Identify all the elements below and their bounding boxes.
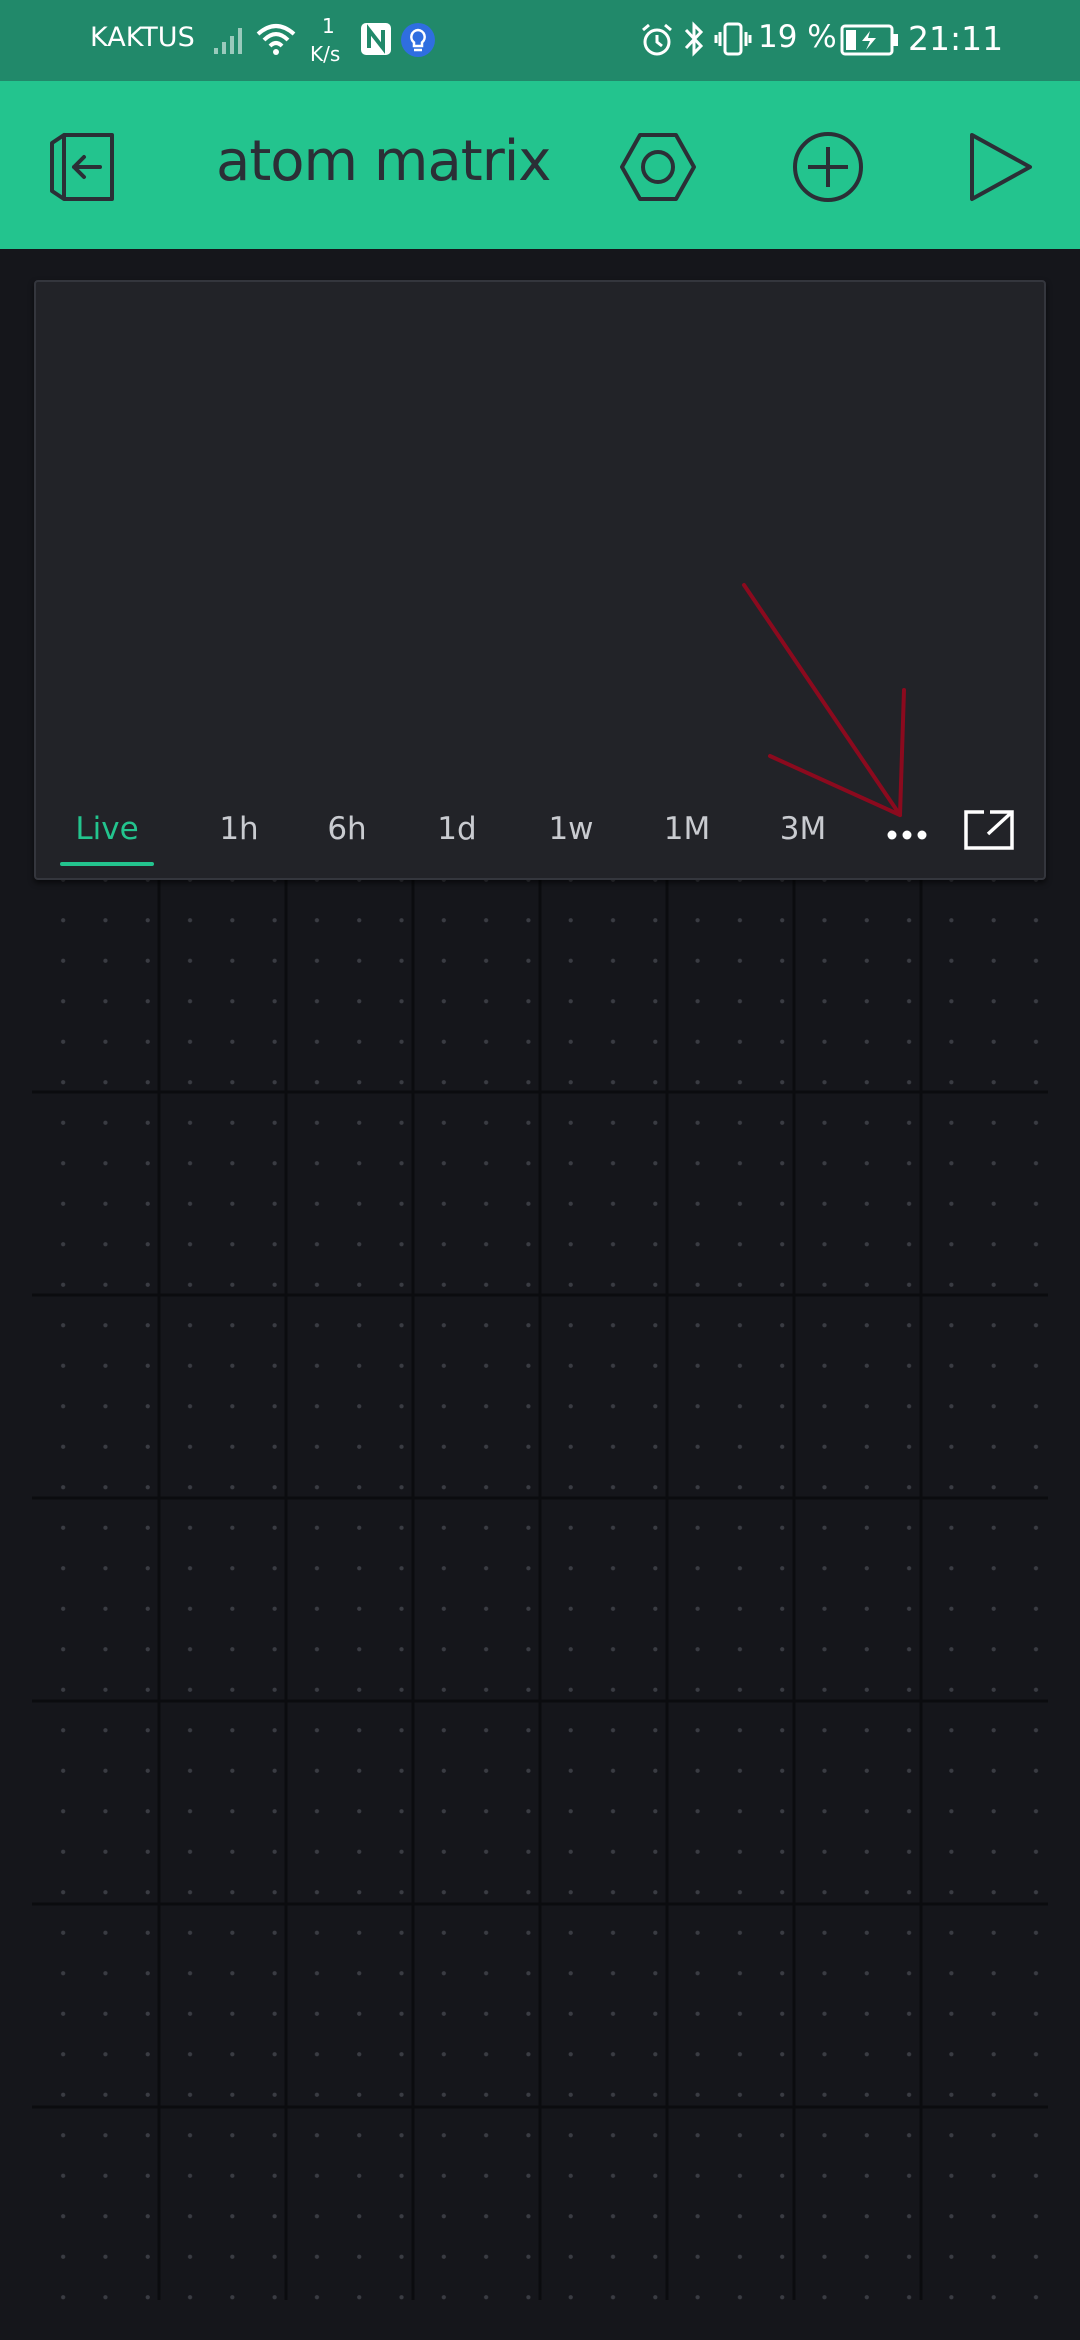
period-tab-6h[interactable]: 6h xyxy=(312,804,382,854)
period-tab-3m[interactable]: 3M xyxy=(758,804,848,854)
play-button[interactable] xyxy=(952,121,1044,213)
fullscreen-open-icon xyxy=(964,810,1014,850)
nfc-icon xyxy=(361,23,391,55)
status-bar: KAKTUS 1 K/s 19 % 21:11 xyxy=(0,0,1080,81)
app-screen: KAKTUS 1 K/s 19 % 21:11 atom matrix Live… xyxy=(0,0,1080,2340)
net-speed-value: 1 xyxy=(322,14,335,38)
battery-charging-icon xyxy=(840,24,898,56)
more-dots-icon xyxy=(887,830,927,840)
fullscreen-button[interactable] xyxy=(956,802,1022,858)
carrier-name: KAKTUS xyxy=(90,22,195,53)
notification-bulb-icon xyxy=(401,23,435,57)
add-widget-icon xyxy=(793,132,863,202)
app-bar: atom matrix xyxy=(0,81,1080,249)
vibrate-icon xyxy=(714,22,752,56)
add-widget-button[interactable] xyxy=(782,121,874,213)
clock: 21:11 xyxy=(908,19,1004,58)
exit-project-button[interactable] xyxy=(38,121,130,213)
battery-percent: 19 % xyxy=(758,19,837,55)
widget-grid-canvas[interactable] xyxy=(32,880,1048,2300)
period-tab-1m[interactable]: 1M xyxy=(642,804,732,854)
chart-area[interactable] xyxy=(36,282,1044,782)
active-tab-indicator xyxy=(60,862,154,866)
net-speed-unit: K/s xyxy=(310,42,341,66)
superchart-widget[interactable]: Live 1h 6h 1d 1w 1M 3M xyxy=(34,280,1046,880)
exit-project-icon xyxy=(50,133,114,201)
period-tab-1d[interactable]: 1d xyxy=(422,804,492,854)
signal-icon xyxy=(214,28,242,54)
period-selector: Live 1h 6h 1d 1w 1M 3M xyxy=(36,782,1044,878)
project-settings-icon xyxy=(620,133,696,201)
wifi-icon xyxy=(256,24,296,55)
grid-lines xyxy=(32,880,1048,2300)
bluetooth-icon xyxy=(684,21,704,57)
period-tab-1h[interactable]: 1h xyxy=(204,804,274,854)
period-tab-live[interactable]: Live xyxy=(60,804,154,854)
play-icon xyxy=(970,133,1032,201)
alarm-icon xyxy=(642,23,672,56)
project-title: atom matrix xyxy=(216,129,551,194)
more-options-button[interactable] xyxy=(872,808,942,858)
period-tab-1w[interactable]: 1w xyxy=(536,804,606,854)
project-settings-button[interactable] xyxy=(612,121,704,213)
